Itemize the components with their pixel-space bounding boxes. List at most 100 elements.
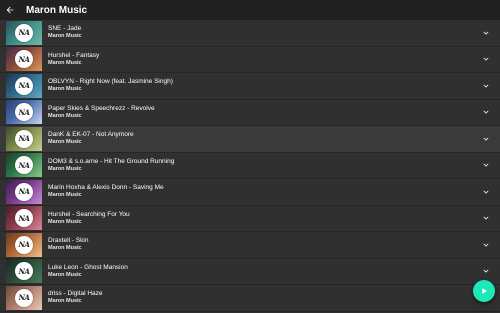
label-logo-text: NA bbox=[18, 240, 30, 250]
album-thumbnail: NA bbox=[6, 259, 42, 284]
track-row[interactable]: NA Marin Hoxha & Alexis Donn - Saving Me M… bbox=[0, 179, 500, 206]
track-info: Luke Leon - Ghost Mansion Maron Music bbox=[48, 264, 476, 279]
track-row[interactable]: NA Draxtell - Skin Maron Music bbox=[0, 232, 500, 259]
label-logo: NA bbox=[15, 23, 33, 42]
label-logo-text: NA bbox=[18, 54, 30, 64]
track-title: Hurshel - Searching For You bbox=[48, 210, 130, 218]
chevron-down-icon bbox=[483, 57, 489, 61]
label-logo: NA bbox=[15, 129, 33, 148]
track-title: SNE - Jade bbox=[48, 25, 82, 33]
album-thumbnail: NA bbox=[6, 20, 42, 45]
expand-button[interactable] bbox=[476, 235, 496, 255]
album-thumbnail: NA bbox=[6, 285, 42, 310]
album-thumbnail: NA bbox=[6, 153, 42, 178]
label-logo-text: NA bbox=[18, 107, 30, 117]
label-logo-text: NA bbox=[18, 160, 30, 170]
track-artist: Maron Music bbox=[48, 112, 82, 119]
chevron-down-icon bbox=[483, 243, 489, 247]
track-artist: Maron Music bbox=[48, 298, 82, 305]
track-info: Draxtell - Skin Maron Music bbox=[48, 237, 476, 252]
track-row[interactable]: NA Paper Skies & Speechrezz - Revolve Maro… bbox=[0, 99, 500, 126]
track-row[interactable]: NA DanK & EK-07 - Not Anymore Maron Music bbox=[0, 126, 500, 153]
label-logo: NA bbox=[15, 235, 33, 254]
label-logo-text: NA bbox=[18, 213, 30, 223]
album-thumbnail: NA bbox=[6, 100, 42, 125]
label-logo: NA bbox=[15, 76, 33, 95]
track-title: DanK & EK-07 - Not Anymore bbox=[48, 131, 134, 139]
expand-button[interactable] bbox=[476, 23, 496, 43]
label-logo: NA bbox=[15, 156, 33, 175]
expand-button[interactable] bbox=[476, 102, 496, 122]
back-button[interactable] bbox=[0, 0, 20, 20]
album-thumbnail: NA bbox=[6, 47, 42, 72]
album-thumbnail: NA bbox=[6, 206, 42, 231]
expand-button[interactable] bbox=[476, 49, 496, 69]
track-info: Marin Hoxha & Alexis Donn - Saving Me Mar… bbox=[48, 184, 476, 199]
track-title: Hurshel - Fantasy bbox=[48, 51, 100, 59]
track-row[interactable]: NA DOM3 & s.o.arne - Hit The Ground Runni… bbox=[0, 152, 500, 179]
track-title: OBLVYN - Right Now (feat. Jasmine Singh) bbox=[48, 78, 173, 86]
track-info: SNE - Jade Maron Music bbox=[48, 25, 476, 40]
chevron-down-icon bbox=[483, 190, 489, 194]
expand-button[interactable] bbox=[476, 76, 496, 96]
track-artist: Maron Music bbox=[48, 218, 82, 225]
label-logo: NA bbox=[15, 182, 33, 201]
track-artist: Maron Music bbox=[48, 33, 82, 40]
album-thumbnail: NA bbox=[6, 126, 42, 151]
track-info: OBLVYN - Right Now (feat. Jasmine Singh)… bbox=[48, 78, 476, 93]
chevron-down-icon bbox=[483, 216, 489, 220]
track-title: DOM3 & s.o.arne - Hit The Ground Running bbox=[48, 157, 175, 165]
track-title: Draxtell - Skin bbox=[48, 237, 89, 245]
expand-button[interactable] bbox=[476, 261, 496, 281]
track-info: Hurshel - Searching For You Maron Music bbox=[48, 211, 476, 226]
expand-button[interactable] bbox=[476, 208, 496, 228]
album-thumbnail: NA bbox=[6, 179, 42, 204]
expand-button[interactable] bbox=[476, 182, 496, 202]
track-artist: Maron Music bbox=[48, 245, 82, 252]
album-thumbnail: NA bbox=[6, 232, 42, 257]
album-thumbnail: NA bbox=[6, 73, 42, 98]
label-logo-text: NA bbox=[18, 134, 30, 144]
chevron-down-icon bbox=[483, 31, 489, 35]
track-title: Luke Leon - Ghost Mansion bbox=[48, 263, 128, 271]
label-logo-text: NA bbox=[18, 81, 30, 91]
label-logo: NA bbox=[15, 103, 33, 122]
chevron-down-icon bbox=[483, 110, 489, 114]
arrow-back-icon bbox=[6, 6, 14, 14]
track-row[interactable]: NA OBLVYN - Right Now (feat. Jasmine Sing… bbox=[0, 73, 500, 100]
track-artist: Maron Music bbox=[48, 192, 82, 199]
track-artist: Maron Music bbox=[48, 86, 82, 93]
track-artist: Maron Music bbox=[48, 139, 82, 146]
track-row[interactable]: NA Luke Leon - Ghost Mansion Maron Music bbox=[0, 258, 500, 285]
track-list: NA SNE - Jade Maron Music NA Hurshel - Fanta… bbox=[0, 20, 500, 313]
track-artist: Maron Music bbox=[48, 59, 82, 66]
track-row[interactable]: NA Hurshel - Searching For You Maron Music bbox=[0, 205, 500, 232]
chevron-down-icon bbox=[483, 84, 489, 88]
track-row[interactable]: NA driss - Digital Haze Maron Music bbox=[0, 285, 500, 312]
play-icon bbox=[482, 288, 487, 294]
track-artist: Maron Music bbox=[48, 165, 82, 172]
track-title: Marin Hoxha & Alexis Donn - Saving Me bbox=[48, 184, 164, 192]
track-title: driss - Digital Haze bbox=[48, 290, 103, 298]
track-title: Paper Skies & Speechrezz - Revolve bbox=[48, 104, 155, 112]
track-artist: Maron Music bbox=[48, 271, 82, 278]
label-logo: NA bbox=[15, 209, 33, 228]
expand-button[interactable] bbox=[476, 129, 496, 149]
label-logo: NA bbox=[15, 262, 33, 281]
play-button[interactable] bbox=[473, 280, 495, 302]
track-info: Paper Skies & Speechrezz - Revolve Maron … bbox=[48, 105, 476, 120]
track-row[interactable]: NA Hurshel - Fantasy Maron Music bbox=[0, 46, 500, 73]
track-row[interactable]: NA SNE - Jade Maron Music bbox=[0, 20, 500, 47]
label-logo-text: NA bbox=[18, 28, 30, 38]
track-info: Hurshel - Fantasy Maron Music bbox=[48, 52, 476, 67]
chevron-down-icon bbox=[483, 163, 489, 167]
expand-button[interactable] bbox=[476, 155, 496, 175]
label-logo-text: NA bbox=[18, 187, 30, 197]
label-logo: NA bbox=[15, 288, 33, 307]
chevron-down-icon bbox=[483, 269, 489, 273]
chevron-down-icon bbox=[483, 137, 489, 141]
app-bar: Maron Music bbox=[0, 0, 500, 20]
page-title: Maron Music bbox=[26, 4, 88, 16]
label-logo: NA bbox=[15, 50, 33, 69]
track-info: DanK & EK-07 - Not Anymore Maron Music bbox=[48, 131, 476, 146]
